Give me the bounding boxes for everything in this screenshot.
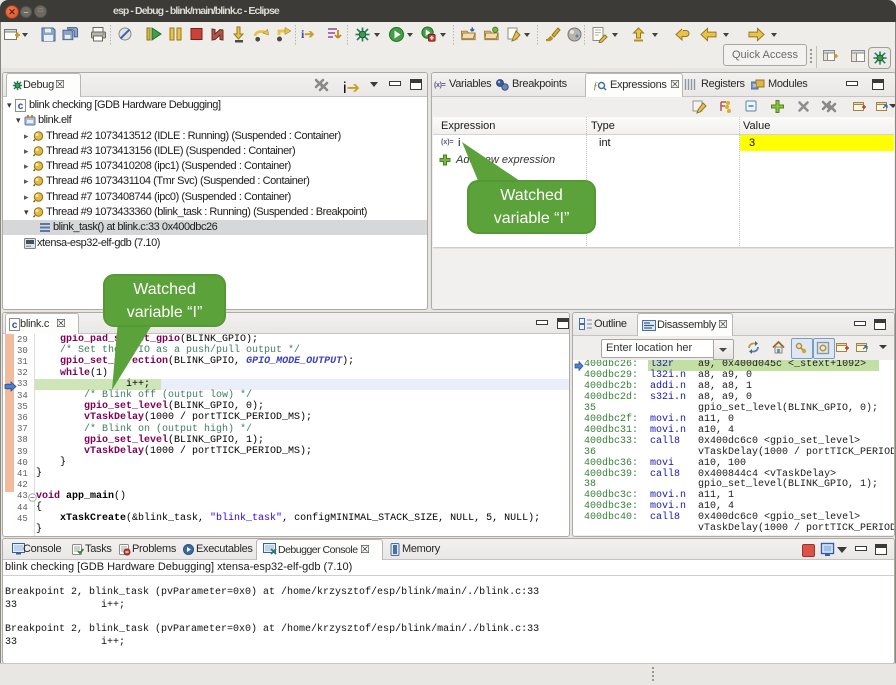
svg-text:c: c (12, 320, 18, 331)
svg-text:c: c (18, 101, 24, 112)
svg-text:ƒ: ƒ (593, 81, 598, 92)
